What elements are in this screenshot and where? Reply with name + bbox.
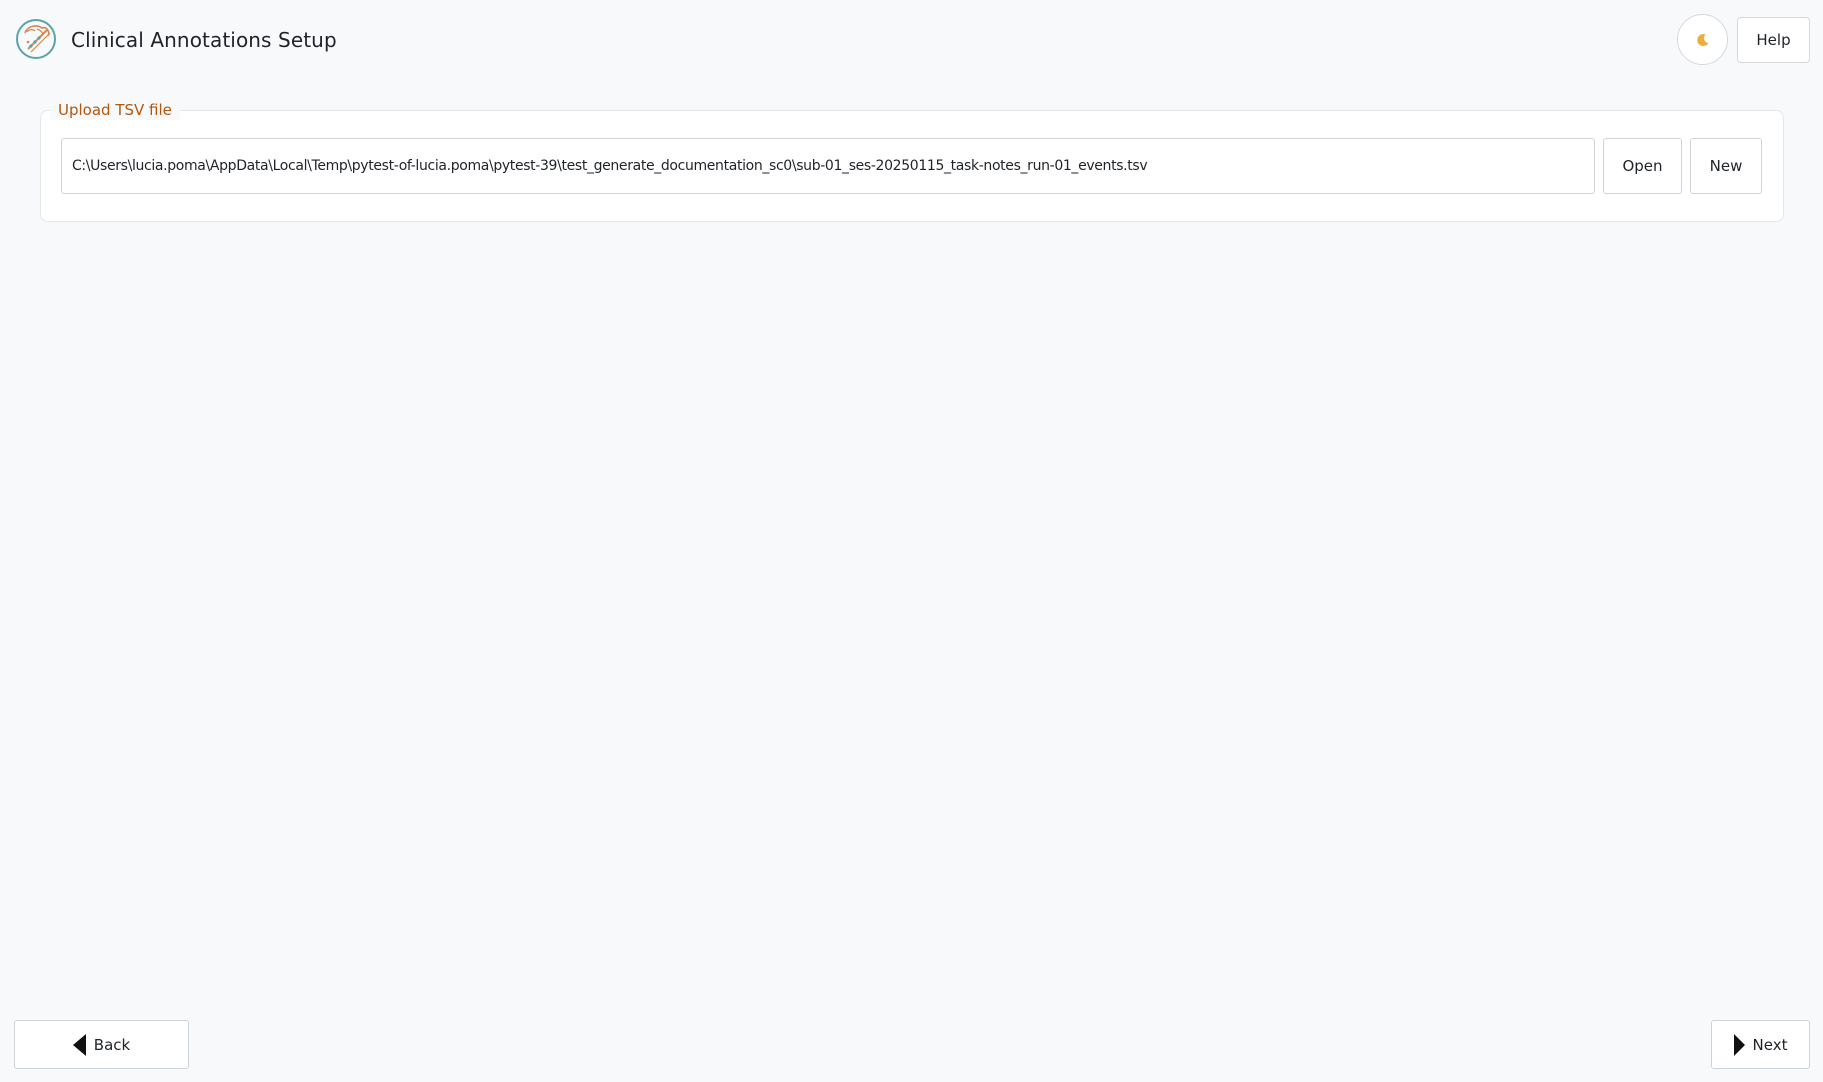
page-title: Clinical Annotations Setup [71, 28, 337, 52]
moon-icon [1696, 33, 1708, 46]
help-button[interactable]: Help [1737, 17, 1810, 63]
new-button[interactable]: New [1690, 138, 1762, 194]
back-button[interactable]: Back [14, 1020, 189, 1069]
triangle-right-icon [1733, 1033, 1745, 1056]
next-button-label: Next [1752, 1035, 1788, 1054]
back-button-label: Back [93, 1035, 131, 1054]
next-button[interactable]: Next [1711, 1020, 1810, 1069]
triangle-left-icon [72, 1033, 86, 1056]
theme-toggle-button[interactable] [1677, 14, 1728, 65]
header: Clinical Annotations Setup Help [0, 0, 1823, 84]
app-logo-icon [16, 19, 56, 59]
open-button[interactable]: Open [1603, 138, 1682, 194]
upload-tsv-legend: Upload TSV file [50, 100, 180, 120]
file-path-input[interactable] [61, 138, 1595, 194]
app-window: Clinical Annotations Setup Help Upload T… [0, 0, 1823, 1082]
